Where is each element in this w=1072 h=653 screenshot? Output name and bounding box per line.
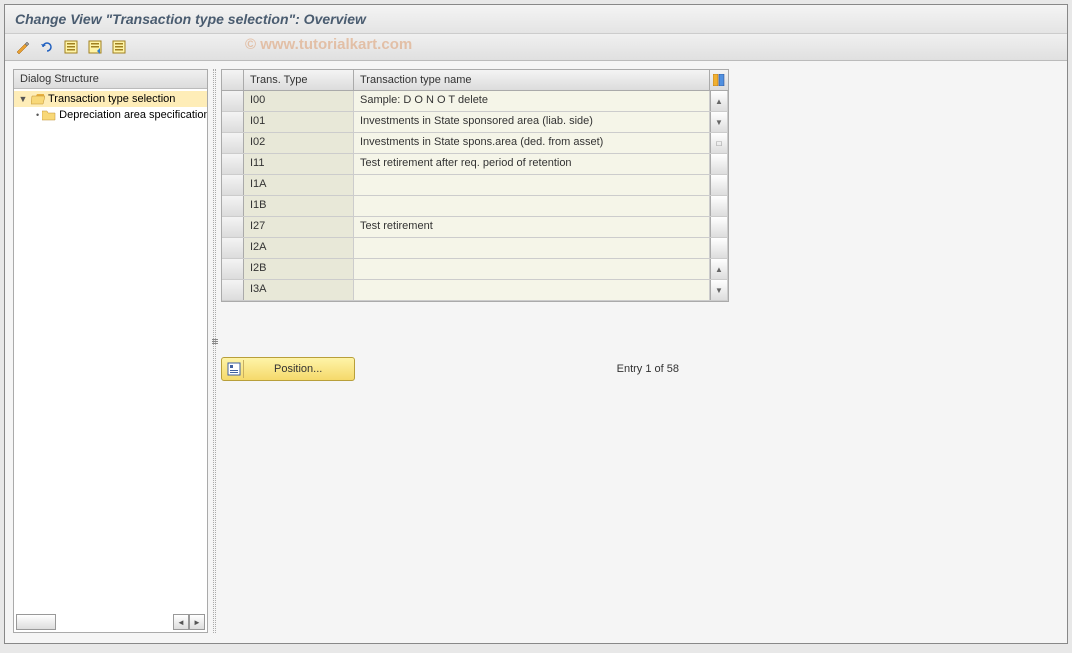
cell-trans-name[interactable] bbox=[354, 196, 710, 216]
cell-trans-name[interactable] bbox=[354, 175, 710, 195]
table-row[interactable]: I1B bbox=[222, 196, 728, 217]
position-button[interactable]: Position... bbox=[221, 357, 355, 381]
table-row[interactable]: I1A bbox=[222, 175, 728, 196]
table-row[interactable]: I27Test retirement bbox=[222, 217, 728, 238]
folder-open-icon bbox=[31, 94, 45, 105]
scroll-cell[interactable]: ▲ bbox=[710, 259, 728, 279]
bullet-icon: • bbox=[36, 110, 39, 120]
cell-trans-name[interactable]: Test retirement after req. period of ret… bbox=[354, 154, 710, 174]
scroll-cell[interactable] bbox=[710, 175, 728, 195]
select-all-icon[interactable] bbox=[61, 38, 81, 56]
sidebar-hscroll: ◄ ► bbox=[16, 614, 205, 630]
table-row[interactable]: I2B ▲ bbox=[222, 259, 728, 280]
footer: Position... Entry 1 of 58 bbox=[221, 357, 729, 381]
scroll-cell[interactable]: ▼ bbox=[710, 112, 728, 132]
row-selector[interactable] bbox=[222, 91, 244, 111]
cell-trans-type[interactable]: I01 bbox=[244, 112, 354, 132]
cell-trans-type[interactable]: I1B bbox=[244, 196, 354, 216]
scroll-cell[interactable] bbox=[710, 238, 728, 258]
folder-icon bbox=[42, 110, 56, 121]
row-selector[interactable] bbox=[222, 154, 244, 174]
table-row[interactable]: I01Investments in State sponsored area (… bbox=[222, 112, 728, 133]
row-selector[interactable] bbox=[222, 217, 244, 237]
scroll-thumb[interactable] bbox=[16, 614, 56, 630]
main-area: Trans. Type Transaction type name I00Sam… bbox=[221, 69, 1059, 633]
table-row[interactable]: I2A bbox=[222, 238, 728, 259]
grid: Trans. Type Transaction type name I00Sam… bbox=[221, 69, 729, 302]
table-row[interactable]: I3A ▼ bbox=[222, 280, 728, 301]
sidebar-title: Dialog Structure bbox=[14, 70, 207, 89]
table-row[interactable]: I02Investments in State spons.area (ded.… bbox=[222, 133, 728, 154]
cell-trans-type[interactable]: I27 bbox=[244, 217, 354, 237]
entry-counter: Entry 1 of 58 bbox=[617, 363, 679, 375]
select-all-column[interactable] bbox=[222, 70, 244, 90]
undo-icon[interactable] bbox=[37, 38, 57, 56]
caret-down-icon[interactable]: ▼ bbox=[18, 94, 28, 104]
cell-trans-type[interactable]: I2A bbox=[244, 238, 354, 258]
row-selector[interactable] bbox=[222, 112, 244, 132]
toolbar: © www.tutorialkart.com bbox=[5, 34, 1067, 61]
row-selector[interactable] bbox=[222, 196, 244, 216]
cell-trans-type[interactable]: I2B bbox=[244, 259, 354, 279]
scroll-cell[interactable]: ▼ bbox=[710, 280, 728, 300]
col-header-name[interactable]: Transaction type name bbox=[354, 70, 710, 90]
tree-label: Depreciation area specification bbox=[59, 109, 207, 121]
dialog-structure-panel: Dialog Structure ▼ Transaction type sele… bbox=[13, 69, 208, 633]
position-icon bbox=[224, 360, 244, 378]
scroll-cell[interactable] bbox=[710, 154, 728, 174]
cell-trans-type[interactable]: I3A bbox=[244, 280, 354, 300]
cell-trans-type[interactable]: I02 bbox=[244, 133, 354, 153]
cell-trans-name[interactable]: Investments in State sponsored area (lia… bbox=[354, 112, 710, 132]
cell-trans-type[interactable]: I1A bbox=[244, 175, 354, 195]
splitter[interactable] bbox=[213, 69, 216, 633]
splitter-handle-icon[interactable] bbox=[212, 339, 218, 347]
table-row[interactable]: I00Sample: D O N O T delete▲ bbox=[222, 91, 728, 112]
tree: ▼ Transaction type selection • Depreciat… bbox=[14, 89, 207, 125]
position-label: Position... bbox=[244, 361, 352, 377]
cell-trans-name[interactable]: Investments in State spons.area (ded. fr… bbox=[354, 133, 710, 153]
change-icon[interactable] bbox=[13, 38, 33, 56]
table-row[interactable]: I11Test retirement after req. period of … bbox=[222, 154, 728, 175]
row-selector[interactable] bbox=[222, 175, 244, 195]
cell-trans-type[interactable]: I00 bbox=[244, 91, 354, 111]
tree-label: Transaction type selection bbox=[48, 93, 175, 105]
row-selector[interactable] bbox=[222, 238, 244, 258]
save-icon[interactable] bbox=[85, 38, 105, 56]
scroll-cell[interactable] bbox=[710, 217, 728, 237]
scroll-cell[interactable]: ▲ bbox=[710, 91, 728, 111]
scroll-left-icon[interactable]: ◄ bbox=[173, 614, 189, 630]
row-selector[interactable] bbox=[222, 280, 244, 300]
watermark: © www.tutorialkart.com bbox=[245, 36, 412, 53]
export-icon[interactable] bbox=[109, 38, 129, 56]
page-title: Change View "Transaction type selection"… bbox=[5, 5, 1067, 34]
tree-item-depreciation[interactable]: • Depreciation area specification bbox=[14, 107, 207, 123]
row-selector[interactable] bbox=[222, 133, 244, 153]
row-selector[interactable] bbox=[222, 259, 244, 279]
scroll-cell[interactable]: □ bbox=[710, 133, 728, 153]
cell-trans-name[interactable]: Test retirement bbox=[354, 217, 710, 237]
config-columns-icon[interactable] bbox=[710, 70, 728, 90]
cell-trans-name[interactable] bbox=[354, 238, 710, 258]
cell-trans-name[interactable] bbox=[354, 280, 710, 300]
cell-trans-name[interactable] bbox=[354, 259, 710, 279]
scroll-right-icon[interactable]: ► bbox=[189, 614, 205, 630]
cell-trans-name[interactable]: Sample: D O N O T delete bbox=[354, 91, 710, 111]
cell-trans-type[interactable]: I11 bbox=[244, 154, 354, 174]
scroll-cell[interactable] bbox=[710, 196, 728, 216]
col-header-type[interactable]: Trans. Type bbox=[244, 70, 354, 90]
tree-item-transaction-type[interactable]: ▼ Transaction type selection bbox=[14, 91, 207, 107]
grid-header: Trans. Type Transaction type name bbox=[222, 70, 728, 91]
